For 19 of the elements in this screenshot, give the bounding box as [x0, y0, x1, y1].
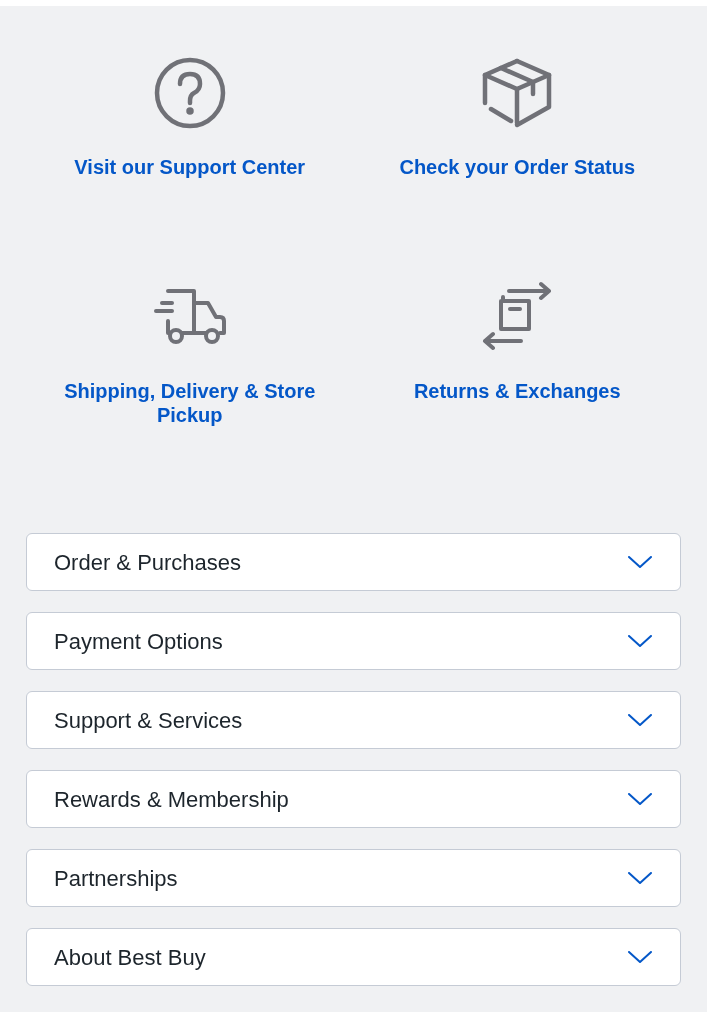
- chevron-icon: [628, 714, 652, 726]
- exchange-arrows-icon: [481, 281, 554, 353]
- quick-link[interactable]: Returns & Exchanges: [413, 281, 621, 403]
- chevron-icon: [628, 951, 652, 963]
- package-box-icon: [481, 57, 554, 129]
- accordion-header[interactable]: Partnerships: [26, 849, 681, 907]
- chevron-icon: [628, 872, 652, 884]
- accordion-header[interactable]: About Best Buy: [26, 928, 681, 986]
- accordion-header[interactable]: Payment Options: [26, 612, 681, 670]
- chevron-icon: [628, 793, 652, 805]
- quick-link[interactable]: Check your Order Status: [399, 57, 636, 179]
- accordion-header[interactable]: Support & Services: [26, 691, 681, 749]
- accordion-header[interactable]: Rewards & Membership: [26, 770, 681, 828]
- chevron-icon: [628, 556, 652, 568]
- quick-link[interactable]: Shipping, Delivery & Store Pickup: [39, 281, 340, 427]
- accordion-header[interactable]: Order & Purchases: [26, 533, 681, 591]
- chevron-icon: [628, 635, 652, 647]
- quick-link[interactable]: Visit our Support Center: [74, 57, 306, 179]
- question-circle-icon: [153, 57, 226, 129]
